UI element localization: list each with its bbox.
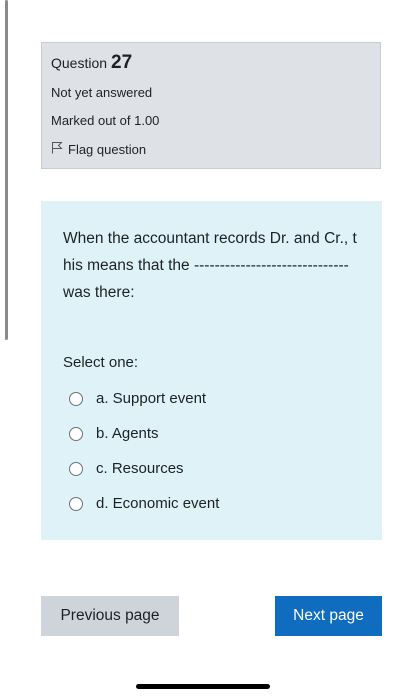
flag-question-link[interactable]: Flag question: [51, 141, 371, 158]
next-page-button[interactable]: Next page: [275, 596, 382, 636]
question-content-panel: When the accountant records Dr. and Cr.,…: [41, 201, 382, 540]
home-indicator[interactable]: [136, 684, 270, 689]
question-status: Not yet answered: [51, 85, 153, 100]
answer-option-c[interactable]: c. Resources: [69, 451, 360, 486]
quiz-page: Question 27 Not yet answered Marked out o…: [0, 0, 402, 700]
answer-option-b[interactable]: b. Agents: [69, 416, 360, 451]
answer-option-label: a. Support event: [96, 390, 207, 407]
previous-page-button[interactable]: Previous page: [41, 596, 179, 636]
select-one-label: Select one:: [63, 354, 139, 371]
question-marks: Marked out of 1.00: [51, 113, 160, 128]
answer-option-label: c. Resources: [96, 460, 184, 477]
radio-unchecked-icon[interactable]: [69, 461, 83, 476]
flag-question-label: Flag question: [68, 141, 147, 157]
flag-icon: [51, 141, 68, 158]
answer-option-a[interactable]: a. Support event: [69, 381, 360, 416]
question-text: When the accountant records Dr. and Cr.,…: [63, 230, 357, 301]
answer-option-d[interactable]: d. Economic event: [69, 486, 360, 521]
answer-options: a. Support event b. Agents c. Resources …: [63, 381, 360, 521]
question-label: Question: [51, 55, 108, 71]
answer-option-label: b. Agents: [96, 425, 159, 442]
radio-unchecked-icon[interactable]: [69, 391, 83, 406]
question-info-panel: Question 27 Not yet answered Marked out o…: [41, 42, 381, 169]
answer-option-label: d. Economic event: [96, 495, 220, 512]
question-heading: Question 27: [51, 53, 371, 73]
question-number: 27: [111, 52, 133, 73]
radio-unchecked-icon[interactable]: [69, 426, 83, 441]
radio-unchecked-icon[interactable]: [69, 496, 83, 511]
scroll-indicator[interactable]: [5, 0, 8, 340]
